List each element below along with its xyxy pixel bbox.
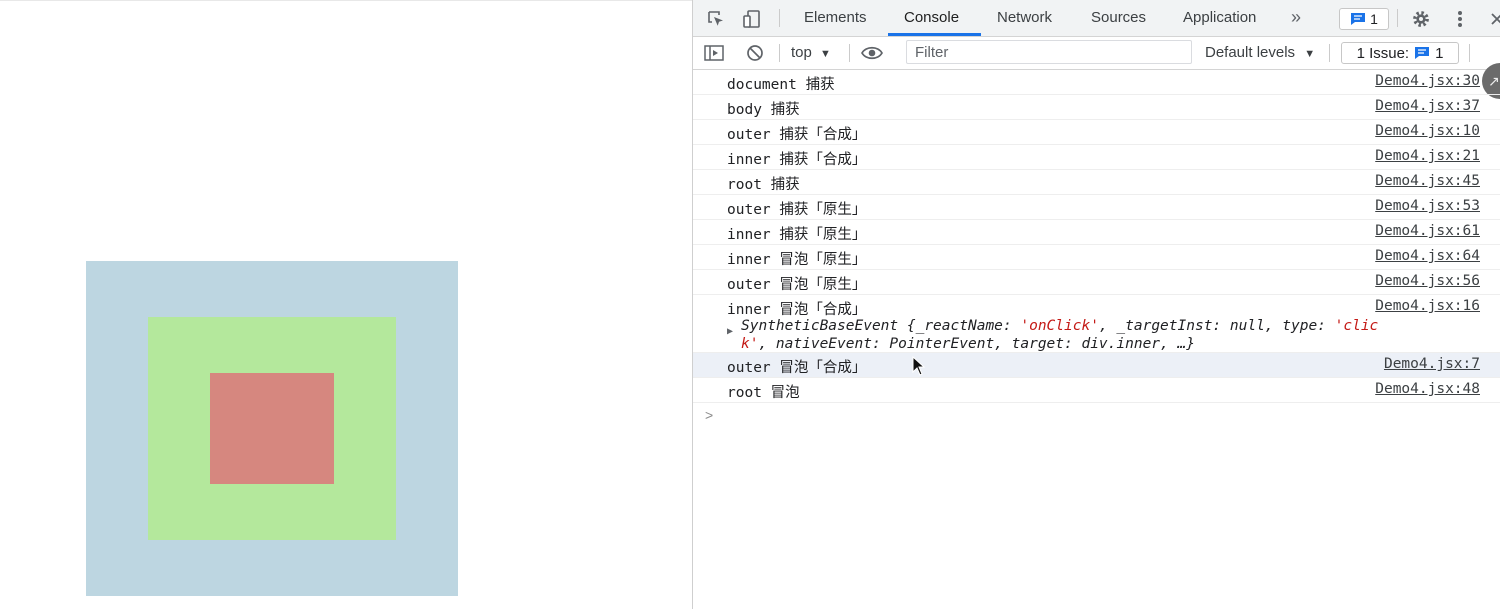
divider	[849, 44, 850, 62]
divider	[779, 9, 780, 27]
live-expression-eye-icon[interactable]	[861, 42, 883, 64]
tab-network[interactable]: Network	[997, 0, 1052, 36]
page-preview	[0, 0, 692, 610]
console-row: inner 捕获「合成」 Demo4.jsx:21	[693, 145, 1500, 170]
log-message: document 捕获	[727, 77, 835, 93]
console-row: root 冒泡 Demo4.jsx:48	[693, 378, 1500, 403]
object-string: 'onClick'	[1020, 318, 1099, 334]
tab-sources[interactable]: Sources	[1091, 0, 1146, 36]
divider	[1469, 44, 1470, 62]
settings-gear-icon[interactable]	[1410, 8, 1432, 30]
message-icon	[1415, 47, 1430, 59]
expand-triangle-icon[interactable]: ▶	[727, 323, 733, 341]
divider	[1329, 44, 1330, 62]
object-text: , _targetInst: null, type:	[1098, 318, 1335, 334]
devtools-panel: Elements Console Network Sources Applica…	[692, 0, 1500, 609]
log-message: inner 冒泡「原生」	[727, 252, 867, 268]
message-icon	[1351, 13, 1366, 25]
divider	[779, 44, 780, 62]
chevron-down-icon: ▼	[820, 48, 831, 60]
inner-box[interactable]	[210, 373, 334, 484]
log-message: inner 捕获「合成」	[727, 152, 867, 168]
object-text: , nativeEvent: PointerEvent, target: div…	[758, 336, 1195, 352]
console-row: outer 冒泡「原生」 Demo4.jsx:56	[693, 270, 1500, 295]
source-link[interactable]: Demo4.jsx:30	[1375, 73, 1480, 89]
messages-badge[interactable]: 1	[1339, 8, 1389, 30]
log-message: root 捕获	[727, 177, 800, 193]
source-link[interactable]: Demo4.jsx:7	[1384, 356, 1480, 372]
context-value: top	[791, 44, 812, 61]
device-toolbar-icon[interactable]	[741, 8, 763, 30]
messages-count: 1	[1370, 11, 1378, 27]
divider	[1397, 9, 1398, 27]
chevron-down-icon: ▼	[1304, 48, 1316, 60]
log-levels-select[interactable]: Default levels ▼	[1205, 42, 1315, 64]
tab-console[interactable]: Console	[904, 0, 959, 36]
source-link[interactable]: Demo4.jsx:61	[1375, 223, 1480, 239]
source-link[interactable]: Demo4.jsx:37	[1375, 98, 1480, 114]
log-levels-value: Default levels	[1205, 44, 1296, 61]
console-log: document 捕获 Demo4.jsx:30 body 捕获 Demo4.j…	[693, 70, 1500, 403]
console-row: inner 冒泡「原生」 Demo4.jsx:64	[693, 245, 1500, 270]
source-link[interactable]: Demo4.jsx:16	[1375, 298, 1480, 314]
source-link[interactable]: Demo4.jsx:56	[1375, 273, 1480, 289]
issues-count: 1	[1435, 44, 1444, 62]
log-message: outer 捕获「原生」	[727, 202, 867, 218]
console-row: document 捕获 Demo4.jsx:30	[693, 70, 1500, 95]
console-toolbar: top ▼ Default levels ▼ 1 Issue: 1 ↗	[693, 37, 1500, 99]
event-object-preview[interactable]: ▶ SyntheticBaseEvent {_reactName: 'onCli…	[727, 317, 1469, 353]
console-prompt[interactable]: >	[705, 407, 713, 423]
console-row: root 捕获 Demo4.jsx:45	[693, 170, 1500, 195]
sidebar-toggle-icon[interactable]	[703, 42, 725, 64]
source-link[interactable]: Demo4.jsx:53	[1375, 198, 1480, 214]
context-select[interactable]: top ▼	[791, 42, 831, 64]
tab-elements[interactable]: Elements	[804, 0, 867, 36]
source-link[interactable]: Demo4.jsx:64	[1375, 248, 1480, 264]
object-text: {_reactName:	[898, 318, 1021, 334]
inspect-element-icon[interactable]	[705, 8, 727, 30]
console-row: outer 捕获「原生」 Demo4.jsx:53	[693, 195, 1500, 220]
more-tabs-button[interactable]: »	[1291, 0, 1301, 36]
source-link[interactable]: Demo4.jsx:21	[1375, 148, 1480, 164]
log-message: body 捕获	[727, 102, 800, 118]
console-row: outer 捕获「合成」 Demo4.jsx:10	[693, 120, 1500, 145]
console-row: inner 冒泡「合成」 Demo4.jsx:16 ▶ SyntheticBas…	[693, 295, 1500, 353]
log-message: outer 冒泡「原生」	[727, 277, 867, 293]
log-message: root 冒泡	[727, 385, 800, 401]
object-string: 'clic	[1334, 318, 1379, 334]
log-message: outer 冒泡「合成」	[727, 360, 867, 376]
source-link[interactable]: Demo4.jsx:10	[1375, 123, 1480, 139]
tab-application[interactable]: Application	[1183, 0, 1256, 36]
object-class-name: SyntheticBaseEvent	[741, 318, 899, 334]
issues-button[interactable]: 1 Issue: 1	[1341, 42, 1459, 64]
log-message: inner 捕获「原生」	[727, 227, 867, 243]
close-icon[interactable]	[1486, 8, 1500, 30]
console-row: body 捕获 Demo4.jsx:37	[693, 95, 1500, 120]
filter-input[interactable]	[906, 40, 1192, 64]
devtools-tab-bar: Elements Console Network Sources Applica…	[693, 0, 1500, 37]
console-row: outer 冒泡「合成」 Demo4.jsx:7	[693, 353, 1500, 378]
console-row: inner 捕获「原生」 Demo4.jsx:61	[693, 220, 1500, 245]
log-message: outer 捕获「合成」	[727, 127, 867, 143]
source-link[interactable]: Demo4.jsx:45	[1375, 173, 1480, 189]
kebab-menu-icon[interactable]	[1449, 8, 1471, 30]
issues-label: 1 Issue:	[1356, 44, 1410, 62]
object-string: k'	[741, 336, 759, 352]
source-link[interactable]: Demo4.jsx:48	[1375, 381, 1480, 397]
clear-console-icon[interactable]	[744, 42, 766, 64]
log-message: inner 冒泡「合成」	[727, 302, 867, 318]
active-tab-indicator	[888, 33, 981, 36]
